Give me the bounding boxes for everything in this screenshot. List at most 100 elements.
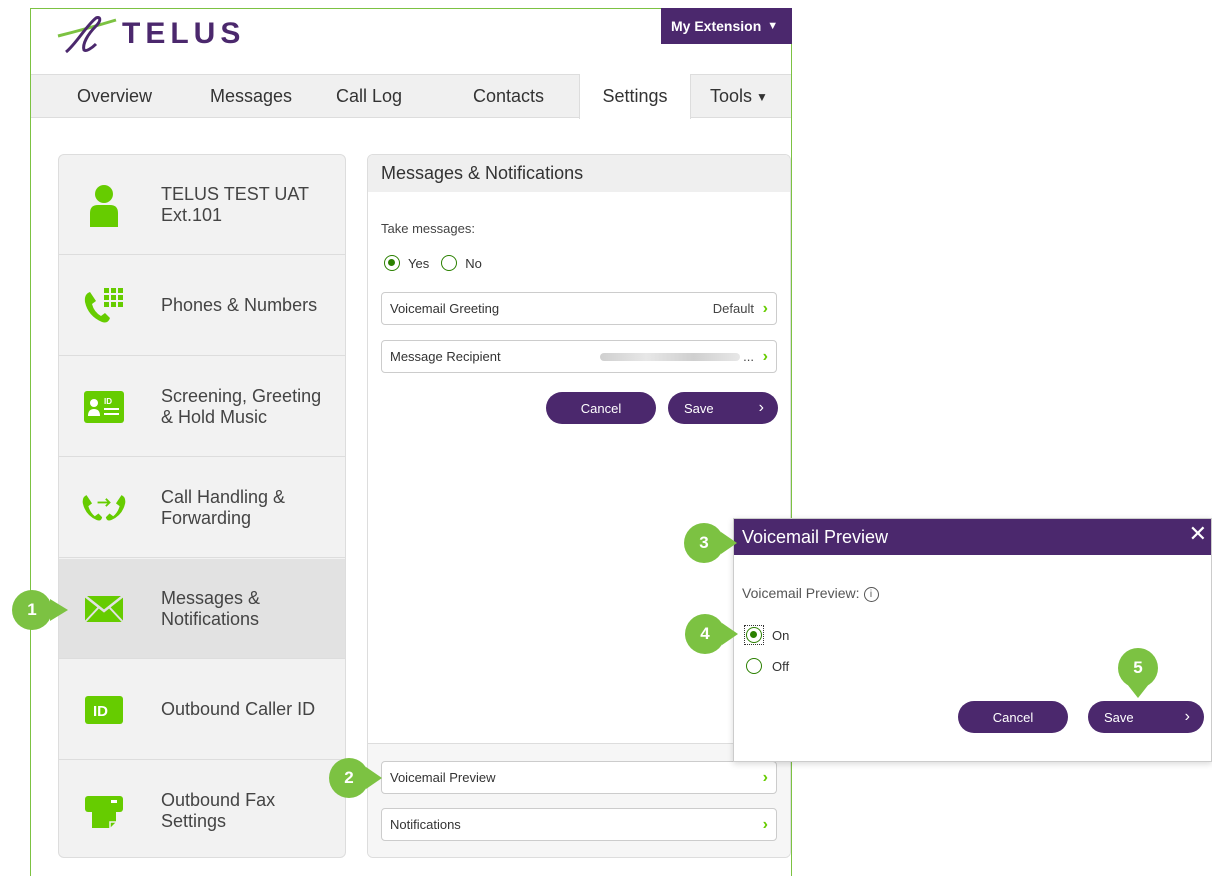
telus-logo-mark-icon [57,16,117,54]
cancel-label: Cancel [992,709,1034,725]
close-icon[interactable]: ✕ [1189,523,1207,545]
tab-settings[interactable]: Settings [579,74,691,119]
chevron-right-icon: › [1184,708,1190,725]
voicemail-preview-off-radio[interactable] [746,658,762,674]
message-recipient-label: Message Recipient [390,349,501,364]
save-button[interactable]: Save › [668,392,778,424]
sidebar-item-outbound-fax[interactable]: Outbound Fax Settings [59,761,345,857]
step-badge-1: 1 [12,590,52,630]
panel-footer-section: Voicemail Preview › Notifications › [368,743,790,857]
phone-keypad-icon [81,283,127,329]
sidebar-item-label: TELUS TEST UAT Ext.101 [161,183,310,225]
yes-label: Yes [408,255,430,271]
messages-notifications-panel: Messages & Notifications Take messages: … [367,154,791,858]
on-label: On [772,627,790,643]
voicemail-preview-label: Voicemail Preview [390,770,496,785]
sidebar-item-call-handling[interactable]: Call Handling & Forwarding [59,458,345,558]
badge-pointer-icon [722,623,738,645]
sidebar-item-user-profile[interactable]: TELUS TEST UAT Ext.101 [59,155,345,255]
sidebar-item-label: Call Handling & Forwarding [161,486,286,528]
voicemail-preview-field-label: Voicemail Preview: i [742,585,879,602]
chevron-right-icon: › [762,815,768,833]
caret-down-icon: ▼ [767,20,779,32]
sidebar-item-messages-notifications[interactable]: Messages & Notifications [59,559,345,659]
panel-title: Messages & Notifications [368,155,790,192]
voicemail-preview-on-radio[interactable] [746,627,762,643]
sidebar-item-phones-numbers[interactable]: Phones & Numbers [59,256,345,356]
tab-label: Tools [710,86,753,106]
take-messages-no-radio[interactable] [441,255,458,271]
settings-sidebar: TELUS TEST UAT Ext.101 Phones & Numbers I… [58,154,346,858]
dialog-save-button[interactable]: Save › [1088,701,1204,733]
dialog-cancel-button[interactable]: Cancel [958,701,1068,733]
tab-contacts[interactable]: Contacts [473,75,544,118]
fax-icon [81,788,127,834]
cancel-label: Cancel [580,400,622,416]
my-extension-label: My Extension [671,18,762,34]
badge-pointer-icon [50,599,68,621]
step-badge-4: 4 [685,614,725,654]
notifications-label: Notifications [390,817,461,832]
voicemail-greeting-label: Voicemail Greeting [390,301,500,316]
step-badge-2: 2 [329,758,369,798]
voicemail-preview-dialog: Voicemail Preview ✕ Voicemail Preview: i … [733,518,1212,762]
tab-label: Overview [77,86,153,106]
chevron-right-icon: › [762,768,768,786]
badge-pointer-icon [1127,684,1149,698]
tab-tools[interactable]: Tools ▼ [710,75,768,118]
telus-logo[interactable]: TELUS [56,14,245,54]
notifications-row[interactable]: Notifications › [381,808,777,841]
take-messages-yes-radio[interactable] [384,255,400,271]
brand-name: TELUS [122,17,246,50]
chevron-right-icon: › [758,399,764,416]
take-messages-radio-group: Yes No [384,255,482,271]
message-recipient-value: ... [599,349,754,364]
dialog-title: Voicemail Preview [742,526,889,547]
my-extension-menu[interactable]: My Extension ▼ [661,8,792,44]
sidebar-item-screening-greeting[interactable]: ID Screening, Greeting & Hold Music [59,357,345,457]
envelope-icon [81,586,127,632]
sidebar-item-label: Outbound Fax Settings [161,790,276,831]
save-label: Save [1104,709,1134,725]
chevron-right-icon: › [762,347,768,365]
no-label: No [465,255,482,271]
save-label: Save [684,400,714,416]
tab-call-log[interactable]: Call Log [336,75,402,118]
redacted-value [599,353,740,361]
info-icon[interactable]: i [863,586,879,602]
chevron-right-icon: › [762,299,768,317]
voicemail-greeting-row[interactable]: Voicemail Greeting Default › [381,292,777,325]
sidebar-item-outbound-caller-id[interactable]: ID Outbound Caller ID [59,660,345,760]
on-radio-focus [744,625,764,645]
dialog-header: Voicemail Preview [734,519,1211,555]
svg-text:ID: ID [104,397,112,406]
step-badge-5: 5 [1118,648,1158,688]
cancel-button[interactable]: Cancel [546,392,656,424]
sidebar-item-label: Phones & Numbers [161,295,318,315]
main-nav: Overview Messages Call Log Contacts Sett… [31,74,791,119]
badge-pointer-icon [366,767,382,789]
tab-label: Settings [602,86,668,106]
tab-label: Contacts [473,86,545,106]
svg-text:ID: ID [93,703,108,720]
badge-pointer-icon [721,532,737,554]
voicemail-preview-off-option: Off [746,658,789,674]
tab-label: Messages [210,86,293,106]
sidebar-item-label: Outbound Caller ID [161,699,316,719]
call-forward-icon [81,485,127,531]
tab-overview[interactable]: Overview [77,75,152,118]
caret-down-icon: ▼ [756,89,768,104]
message-recipient-row[interactable]: Message Recipient ... › [381,340,777,373]
step-badge-3: 3 [684,523,724,563]
voicemail-preview-row[interactable]: Voicemail Preview › [381,761,777,794]
take-messages-label: Take messages: [381,221,475,236]
user-icon [81,182,127,228]
sidebar-item-label: Screening, Greeting & Hold Music [161,385,322,427]
sidebar-item-label: Messages & Notifications [161,587,261,629]
field-label-text: Voicemail Preview: [742,585,860,601]
id-card-icon: ID [81,384,127,430]
tab-messages[interactable]: Messages [210,75,292,118]
tab-label: Call Log [336,86,403,106]
voicemail-greeting-value: Default [712,301,754,316]
id-badge-icon: ID [81,687,127,733]
